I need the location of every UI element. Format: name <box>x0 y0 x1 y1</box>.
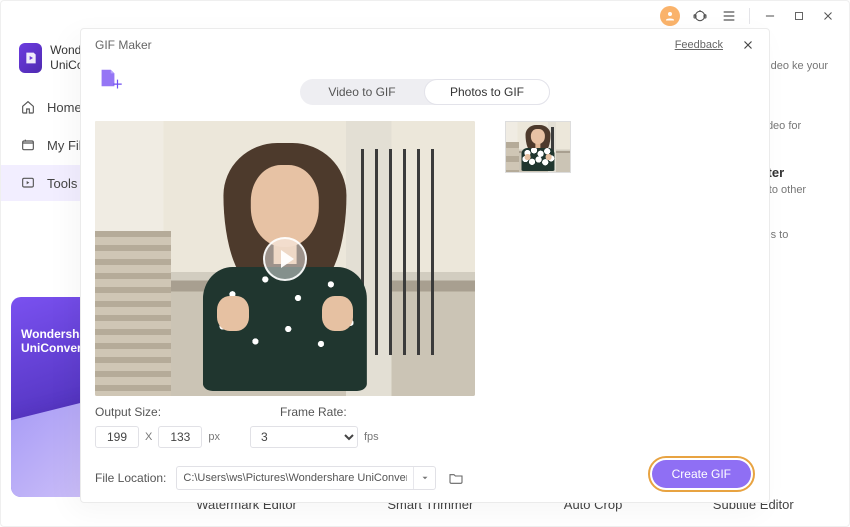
fps-unit: fps <box>364 431 379 443</box>
x-separator: X <box>145 431 152 443</box>
highlighted-create: Create GIF <box>648 456 755 492</box>
close-window-button[interactable] <box>819 7 837 25</box>
px-unit: px <box>208 431 220 443</box>
modal-close-button[interactable] <box>741 38 755 52</box>
file-location-dropdown[interactable] <box>413 467 435 489</box>
avatar[interactable] <box>660 6 680 26</box>
support-icon[interactable] <box>691 7 709 25</box>
plus-icon: ＋ <box>112 76 123 92</box>
menu-icon[interactable] <box>720 7 738 25</box>
file-location-label: File Location: <box>95 471 166 485</box>
open-folder-button[interactable] <box>446 468 466 488</box>
files-icon <box>19 136 37 154</box>
nav-label: Home <box>47 100 82 115</box>
tab-video-to-gif[interactable]: Video to GIF <box>300 79 424 105</box>
tools-icon <box>19 174 37 192</box>
file-location-field <box>176 466 436 490</box>
divider <box>749 8 750 24</box>
maximize-button[interactable] <box>790 7 808 25</box>
thumbnail-list <box>475 121 755 434</box>
feedback-link[interactable]: Feedback <box>675 39 723 51</box>
output-size-label: Output Size: <box>95 405 280 419</box>
minimize-button[interactable] <box>761 7 779 25</box>
home-icon <box>19 98 37 116</box>
thumbnail[interactable] <box>505 121 571 173</box>
modal-header: GIF Maker Feedback <box>81 29 769 61</box>
logo-icon <box>19 43 42 73</box>
mode-segmented: Video to GIF Photos to GIF <box>300 79 550 105</box>
frame-rate-select[interactable]: 3 <box>250 426 358 448</box>
preview-area <box>95 121 475 396</box>
file-location-input[interactable] <box>177 472 413 484</box>
tab-photos-to-gif[interactable]: Photos to GIF <box>424 79 550 105</box>
play-button[interactable] <box>263 237 307 281</box>
add-media-button[interactable]: ＋ <box>95 65 121 91</box>
params: Output Size: Frame Rate: X px 3 fps <box>95 405 485 448</box>
modal-title: GIF Maker <box>95 38 152 52</box>
output-height-input[interactable] <box>158 426 202 448</box>
title-bar <box>1 1 849 31</box>
output-width-input[interactable] <box>95 426 139 448</box>
gif-maker-modal: GIF Maker Feedback ＋ Video to GIF Photos… <box>80 28 770 503</box>
create-gif-button[interactable]: Create GIF <box>652 460 751 488</box>
frame-rate-label: Frame Rate: <box>280 405 347 419</box>
promo-sparkle-icon: ✦ <box>25 457 43 483</box>
nav-label: Tools <box>47 176 77 191</box>
